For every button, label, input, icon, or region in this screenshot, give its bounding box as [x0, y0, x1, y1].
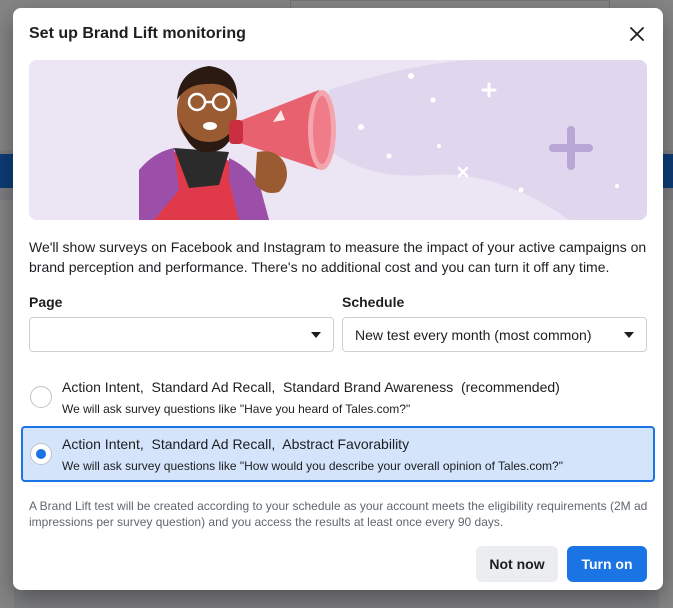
page-dropdown[interactable] — [29, 317, 334, 352]
turn-on-button[interactable]: Turn on — [567, 546, 647, 582]
eligibility-note: A Brand Lift test will be created accord… — [29, 499, 648, 529]
survey-option-recommended[interactable]: Action Intent, Standard Ad Recall, Stand… — [21, 368, 655, 424]
megaphone-illustration — [29, 60, 647, 220]
page-label: Page — [29, 294, 63, 310]
banner-illustration — [29, 60, 647, 220]
brand-lift-dialog: Set up Brand Lift monitoring We'll show … — [13, 8, 663, 590]
option-title: Action Intent, Standard Ad Recall, Stand… — [62, 379, 560, 395]
chevron-down-icon — [311, 332, 321, 338]
chevron-down-icon — [624, 332, 634, 338]
radio-selected-dot — [36, 449, 46, 459]
not-now-button[interactable]: Not now — [476, 546, 558, 582]
radio-button[interactable] — [30, 386, 52, 408]
option-subtitle: We will ask survey questions like "Have … — [62, 402, 411, 416]
schedule-dropdown[interactable]: New test every month (most common) — [342, 317, 647, 352]
close-button[interactable] — [625, 22, 649, 46]
dialog-title: Set up Brand Lift monitoring — [29, 25, 246, 42]
schedule-label: Schedule — [342, 294, 405, 310]
survey-option-favorability[interactable]: Action Intent, Standard Ad Recall, Abstr… — [21, 426, 655, 482]
schedule-dropdown-value: New test every month (most common) — [355, 327, 592, 343]
radio-button-selected[interactable] — [30, 443, 52, 465]
dialog-description: We'll show surveys on Facebook and Insta… — [29, 239, 647, 275]
option-subtitle: We will ask survey questions like "How w… — [62, 459, 563, 473]
option-title: Action Intent, Standard Ad Recall, Abstr… — [62, 436, 410, 452]
close-icon — [630, 27, 644, 41]
